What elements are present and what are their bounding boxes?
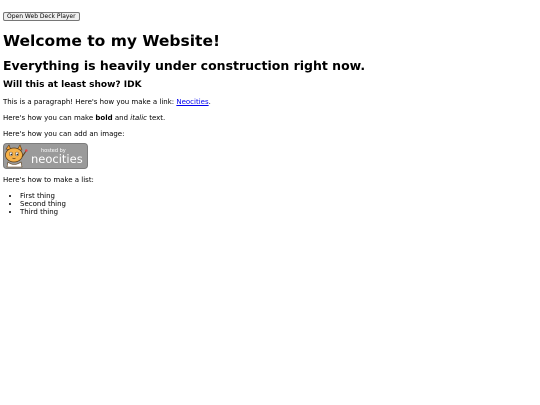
page-subtitle: Everything is heavily under construction… — [3, 58, 366, 73]
link-paragraph-end: . — [208, 98, 211, 106]
italic-text: italic — [130, 114, 147, 122]
page-title: Welcome to my Website! — [3, 32, 221, 50]
bold-paragraph-text: Here's how you can make — [3, 114, 96, 122]
neocities-link[interactable]: Neocities — [176, 98, 208, 106]
page: Open Web Deck Player Welcome to my Websi… — [0, 0, 540, 405]
open-web-deck-player-button[interactable]: Open Web Deck Player — [3, 12, 80, 21]
bold-paragraph-middle: and — [112, 114, 131, 122]
bold-text: bold — [95, 114, 113, 122]
page-subheading: Will this at least show? IDK — [3, 80, 142, 90]
link-paragraph: This is a paragraph! Here's how you make… — [3, 98, 540, 107]
link-paragraph-text: This is a paragraph! Here's how you make… — [3, 98, 177, 106]
badge-neocities-text: neocities — [31, 152, 83, 166]
list-paragraph: Here's how to make a list: — [3, 176, 94, 184]
list-item: First thing — [20, 192, 540, 200]
list-item: Third thing — [20, 208, 540, 216]
image-paragraph: Here's how you can add an image: — [3, 130, 125, 138]
thing-list: First thing Second thing Third thing — [3, 192, 540, 216]
bold-italic-paragraph: Here's how you can make bold and italic … — [3, 114, 540, 123]
list-item: Second thing — [20, 200, 540, 208]
hosted-by-neocities-badge[interactable]: hosted by neocities — [3, 143, 88, 169]
bold-paragraph-end: text. — [146, 114, 166, 122]
